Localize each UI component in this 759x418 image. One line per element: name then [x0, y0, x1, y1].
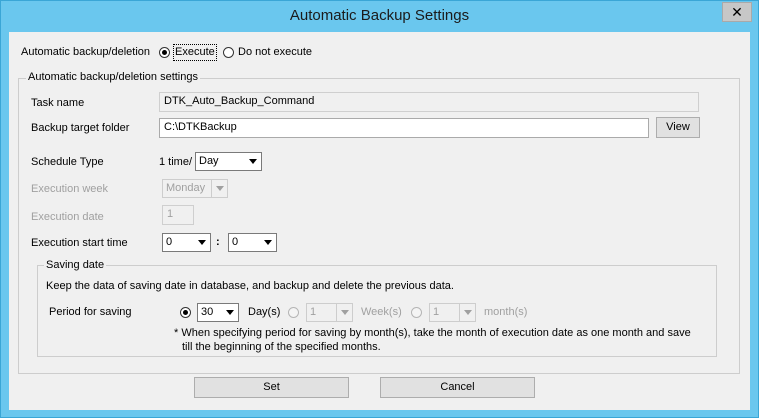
chevron-down-icon[interactable]: [260, 234, 276, 251]
start-hour-value: 0: [166, 236, 173, 248]
chevron-down-icon[interactable]: [222, 304, 238, 321]
chevron-down-icon[interactable]: [211, 180, 227, 197]
period-label: Period for saving: [49, 306, 132, 318]
saving-note-line1: * When specifying period for saving by m…: [174, 327, 691, 339]
start-hour-select[interactable]: 0: [162, 233, 211, 252]
months-unit-label: month(s): [484, 306, 528, 318]
period-months-select[interactable]: 1: [429, 303, 476, 322]
settings-group-label: Automatic backup/deletion settings: [26, 71, 200, 83]
backup-folder-label: Backup target folder: [31, 122, 130, 134]
weeks-unit-label: Week(s): [361, 306, 402, 318]
task-name-label: Task name: [31, 97, 85, 109]
view-button[interactable]: View: [656, 117, 700, 138]
schedule-type-select[interactable]: Day: [195, 152, 262, 171]
start-time-label: Execution start time: [31, 237, 128, 249]
schedule-type-label: Schedule Type: [31, 156, 104, 168]
do-not-execute-radio-label[interactable]: Do not execute: [238, 46, 312, 58]
chevron-down-icon[interactable]: [336, 304, 352, 321]
schedule-type-value: Day: [199, 155, 219, 167]
execution-week-label: Execution week: [31, 183, 109, 195]
period-weeks-radio[interactable]: [288, 307, 299, 318]
title-bar[interactable]: Automatic Backup Settings ✕: [1, 1, 758, 31]
do-not-execute-radio[interactable]: [223, 47, 234, 58]
period-months-radio[interactable]: [411, 307, 422, 318]
period-days-select[interactable]: 30: [197, 303, 239, 322]
close-icon: ✕: [731, 4, 743, 20]
days-unit-label: Day(s): [248, 306, 281, 318]
execution-week-value: Monday: [166, 182, 206, 194]
time-separator: :: [216, 236, 220, 248]
chevron-down-icon[interactable]: [194, 234, 210, 251]
saving-note-line2: till the beginning of the specified mont…: [182, 341, 381, 353]
saving-description: Keep the data of saving date in database…: [46, 280, 454, 292]
close-button[interactable]: ✕: [722, 2, 752, 22]
start-minute-select[interactable]: 0: [228, 233, 277, 252]
dialog-client: Automatic backup/deletion Execute Do not…: [9, 32, 750, 410]
saving-date-group-label: Saving date: [44, 259, 107, 271]
execution-week-select[interactable]: Monday: [162, 179, 228, 198]
window-title: Automatic Backup Settings: [289, 7, 470, 24]
chevron-down-icon[interactable]: [459, 304, 475, 321]
cancel-button[interactable]: Cancel: [380, 377, 535, 398]
dialog-window: Automatic Backup Settings ✕ Automatic ba…: [0, 0, 759, 418]
execute-radio-label[interactable]: Execute: [175, 46, 215, 58]
backup-folder-input[interactable]: C:\DTKBackup: [159, 118, 649, 138]
set-button[interactable]: Set: [194, 377, 349, 398]
execute-radio[interactable]: [159, 47, 170, 58]
task-name-field: DTK_Auto_Backup_Command: [159, 92, 699, 112]
period-weeks-value: 1: [310, 306, 317, 318]
start-minute-value: 0: [232, 236, 239, 248]
execution-date-field[interactable]: 1: [162, 205, 194, 225]
execution-date-label: Execution date: [31, 211, 104, 223]
period-months-value: 1: [433, 306, 440, 318]
chevron-down-icon[interactable]: [245, 153, 261, 170]
period-weeks-select[interactable]: 1: [306, 303, 353, 322]
backup-mode-label: Automatic backup/deletion: [21, 46, 151, 58]
period-days-radio[interactable]: [180, 307, 191, 318]
schedule-prefix: 1 time/: [159, 156, 193, 168]
period-days-value: 30: [201, 306, 214, 318]
